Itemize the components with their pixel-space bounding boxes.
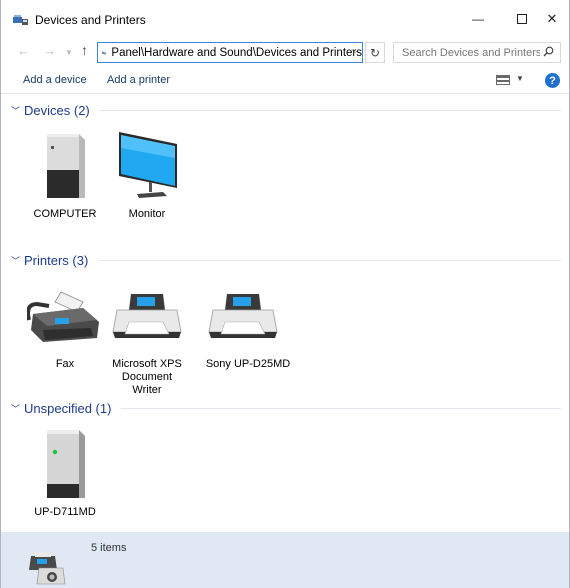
view-options-chevron-icon[interactable]: ▼ [516,74,524,83]
maximize-icon [517,14,527,24]
device-up-d711md[interactable]: UP-D711MD [25,426,105,522]
address-row: ← → ▼ ↑ Panel\Hardware and Sound\Devices… [1,40,569,66]
printer-fax[interactable]: Fax [25,290,105,370]
fax-icon [27,291,99,342]
search-input[interactable] [402,46,540,59]
title-bar: Devices and Printers — ✕ [1,0,569,38]
group-divider [99,109,561,111]
collapse-chevron-icon[interactable]: ﹀ [11,104,20,117]
address-path: Panel\Hardware and Sound\Devices and Pri… [111,46,362,59]
device-computer[interactable]: COMPUTER [25,128,105,228]
change-view-icon[interactable] [496,75,510,85]
group-divider [121,407,561,409]
back-arrow-icon[interactable]: ← [17,43,30,58]
minimize-icon: — [472,12,484,26]
item-count: 5 items [91,542,127,554]
printers-group-header[interactable]: ﹀ Printers (3) [11,251,561,269]
add-printer-button[interactable]: Add a printer [107,74,170,86]
help-icon[interactable]: ? [545,73,560,88]
window-title: Devices and Printers [35,13,146,27]
device-label: COMPUTER [33,208,97,220]
devices-group-header[interactable]: ﹀ Devices (2) [11,101,561,119]
monitor-icon [119,132,177,198]
close-button[interactable]: ✕ [533,4,570,34]
device-label: UP-D711MD [34,506,96,518]
devices-printers-app-icon [13,15,28,25]
printer-sony-up-d25md[interactable]: Sony UP-D25MD [203,290,293,370]
forward-arrow-icon[interactable]: → [43,43,56,58]
printer-icon [208,294,278,338]
close-icon: ✕ [546,11,558,26]
up-arrow-icon[interactable]: ↑ [81,42,88,58]
refresh-button[interactable]: ↻ [365,42,385,63]
printers-group-title: Printers (3) [24,252,89,268]
group-divider [98,259,561,261]
printer-label-line2: Document Writer [121,371,173,396]
minimize-button[interactable]: — [456,4,500,34]
device-tower-icon [47,430,85,498]
details-pane: 5 items [1,532,569,588]
add-device-button[interactable]: Add a device [23,74,87,86]
device-monitor[interactable]: Monitor [107,128,187,228]
address-bar[interactable]: Panel\Hardware and Sound\Devices and Pri… [97,42,363,63]
devices-printers-location-icon [102,51,107,54]
devices-group-title: Devices (2) [24,102,90,118]
computer-tower-icon [47,134,85,198]
printer-label-line1: Microsoft XPS [112,358,182,370]
unspecified-group-title: Unspecified (1) [24,400,112,416]
refresh-icon: ↻ [369,45,381,60]
printer-icon [112,294,182,338]
command-bar: Add a device Add a printer ▼ ? [1,68,569,94]
address-dropdown-chevron-icon[interactable]: ⌵ [351,45,359,56]
printer-microsoft-xps[interactable]: Microsoft XPS Document Writer [107,290,187,396]
unspecified-group-header[interactable]: ﹀ Unspecified (1) [11,399,561,417]
devices-printers-window: Devices and Printers — ✕ ← → ▼ ↑ Panel\H… [0,0,570,588]
device-label: Monitor [128,208,166,220]
recent-locations-chevron-icon[interactable]: ▼ [65,48,73,57]
printer-label: Fax [55,358,75,370]
printer-label: Sony UP-D25MD [205,358,291,370]
search-box[interactable] [393,42,561,63]
collapse-chevron-icon[interactable]: ﹀ [11,254,20,267]
collapse-chevron-icon[interactable]: ﹀ [11,402,20,415]
devices-printers-large-icon [29,552,66,585]
search-icon [543,46,554,57]
